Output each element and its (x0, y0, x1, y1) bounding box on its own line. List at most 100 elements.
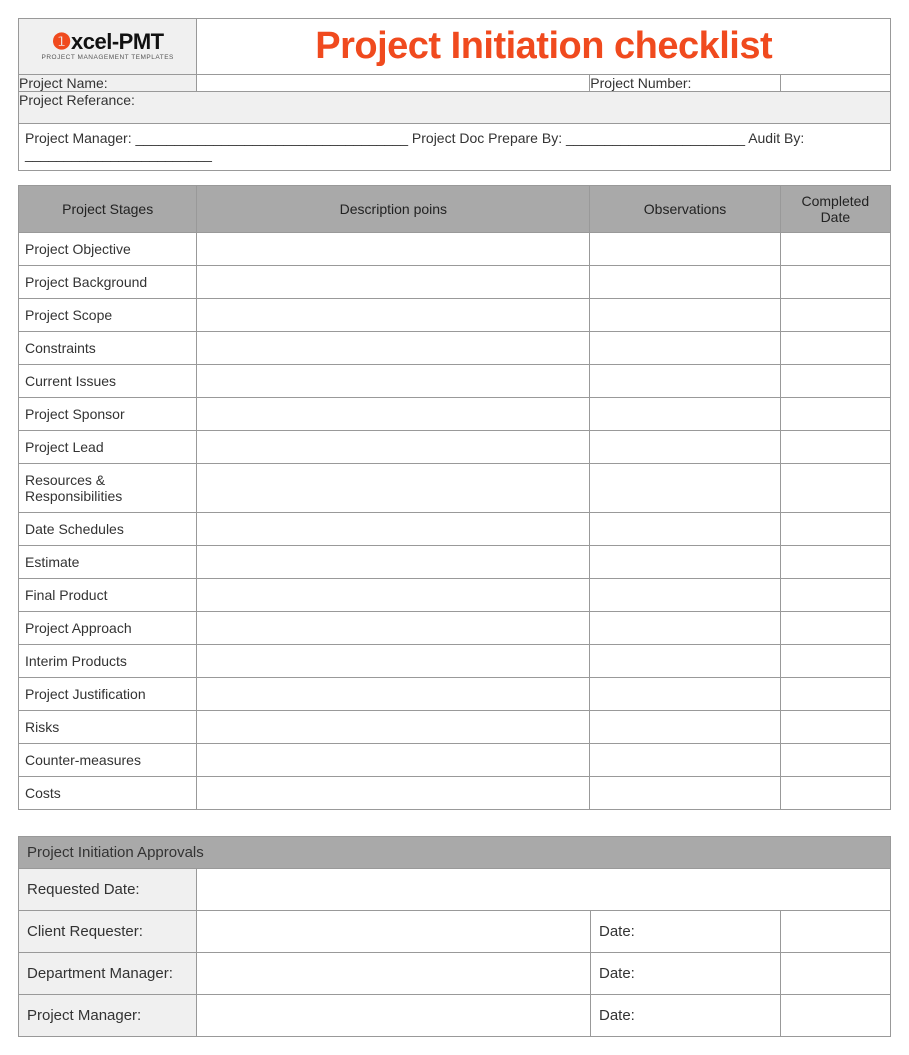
obs-cell[interactable] (590, 299, 780, 332)
obs-cell[interactable] (590, 233, 780, 266)
project-reference-label: Project Referance: (19, 92, 135, 108)
approval-value[interactable] (197, 911, 591, 953)
col-header-date: Completed Date (780, 186, 890, 233)
desc-cell[interactable] (197, 744, 590, 777)
table-row: Project Lead (19, 431, 891, 464)
desc-cell[interactable] (197, 513, 590, 546)
header-table: ❶xcel-PMT PROJECT MANAGEMENT TEMPLATES P… (18, 18, 891, 171)
table-row: Counter-measures (19, 744, 891, 777)
date-cell[interactable] (780, 431, 890, 464)
pm-label: Project Manager: (25, 130, 132, 146)
approval-row: Project Manager: Date: (19, 995, 891, 1037)
desc-cell[interactable] (197, 431, 590, 464)
table-row: Project Justification (19, 678, 891, 711)
date-cell[interactable] (780, 744, 890, 777)
obs-cell[interactable] (590, 365, 780, 398)
table-row: Date Schedules (19, 513, 891, 546)
approvals-table: Project Initiation Approvals Requested D… (18, 836, 891, 1037)
approval-date-value[interactable] (781, 953, 891, 995)
stage-cell: Project Lead (19, 431, 197, 464)
approval-date-value[interactable] (781, 911, 891, 953)
project-number-label: Project Number: (590, 75, 780, 92)
table-row: Interim Products (19, 645, 891, 678)
page-title: Project Initiation checklist (315, 25, 772, 67)
obs-cell[interactable] (590, 513, 780, 546)
stage-cell: Costs (19, 777, 197, 810)
desc-cell[interactable] (197, 233, 590, 266)
desc-cell[interactable] (197, 612, 590, 645)
obs-cell[interactable] (590, 332, 780, 365)
obs-cell[interactable] (590, 711, 780, 744)
approval-date-value[interactable] (781, 995, 891, 1037)
pm-blank-line[interactable]: ___________________________________ (136, 130, 409, 146)
date-cell[interactable] (780, 579, 890, 612)
date-cell[interactable] (780, 365, 890, 398)
table-row: Risks (19, 711, 891, 744)
desc-cell[interactable] (197, 266, 590, 299)
obs-cell[interactable] (590, 678, 780, 711)
table-row: Costs (19, 777, 891, 810)
desc-cell[interactable] (197, 299, 590, 332)
approval-date-label: Date: (591, 911, 781, 953)
table-row: Estimate (19, 546, 891, 579)
obs-cell[interactable] (590, 546, 780, 579)
obs-cell[interactable] (590, 612, 780, 645)
logo-main: ❶xcel-PMT (42, 31, 174, 53)
logo-text-pre: xcel- (71, 29, 119, 54)
date-cell[interactable] (780, 678, 890, 711)
date-cell[interactable] (780, 612, 890, 645)
col-header-desc: Description poins (197, 186, 590, 233)
date-cell[interactable] (780, 266, 890, 299)
date-cell[interactable] (780, 233, 890, 266)
logo-cell: ❶xcel-PMT PROJECT MANAGEMENT TEMPLATES (19, 19, 197, 75)
approval-value[interactable] (197, 995, 591, 1037)
obs-cell[interactable] (590, 431, 780, 464)
requested-date-label: Requested Date: (19, 869, 197, 911)
obs-cell[interactable] (590, 645, 780, 678)
approvals-heading: Project Initiation Approvals (19, 837, 891, 869)
title-cell: Project Initiation checklist (197, 19, 891, 75)
stages-table: Project Stages Description poins Observa… (18, 185, 891, 810)
stage-cell: Final Product (19, 579, 197, 612)
desc-cell[interactable] (197, 711, 590, 744)
audit-blank-line[interactable]: ________________________ (25, 146, 212, 162)
desc-cell[interactable] (197, 645, 590, 678)
date-cell[interactable] (780, 299, 890, 332)
project-name-value[interactable] (197, 75, 590, 92)
desc-cell[interactable] (197, 332, 590, 365)
desc-cell[interactable] (197, 546, 590, 579)
desc-cell[interactable] (197, 579, 590, 612)
approval-value[interactable] (197, 953, 591, 995)
obs-cell[interactable] (590, 744, 780, 777)
obs-cell[interactable] (590, 398, 780, 431)
desc-cell[interactable] (197, 777, 590, 810)
date-cell[interactable] (780, 711, 890, 744)
obs-cell[interactable] (590, 579, 780, 612)
desc-cell[interactable] (197, 365, 590, 398)
obs-cell[interactable] (590, 266, 780, 299)
project-name-label: Project Name: (19, 75, 197, 92)
approval-date-label: Date: (591, 995, 781, 1037)
doc-blank-line[interactable]: _______________________ (566, 130, 745, 146)
requested-date-value[interactable] (197, 869, 891, 911)
approval-label: Project Manager: (19, 995, 197, 1037)
stage-cell: Project Approach (19, 612, 197, 645)
date-cell[interactable] (780, 546, 890, 579)
obs-cell[interactable] (590, 777, 780, 810)
obs-cell[interactable] (590, 464, 780, 513)
desc-cell[interactable] (197, 464, 590, 513)
date-cell[interactable] (780, 398, 890, 431)
approval-row: Department Manager:Date: (19, 953, 891, 995)
date-cell[interactable] (780, 645, 890, 678)
table-row: Resources & Responsibilities (19, 464, 891, 513)
desc-cell[interactable] (197, 678, 590, 711)
stage-cell: Date Schedules (19, 513, 197, 546)
table-row: Project Objective (19, 233, 891, 266)
date-cell[interactable] (780, 332, 890, 365)
desc-cell[interactable] (197, 398, 590, 431)
date-cell[interactable] (780, 464, 890, 513)
project-number-value[interactable] (780, 75, 890, 92)
date-cell[interactable] (780, 513, 890, 546)
date-cell[interactable] (780, 777, 890, 810)
approval-row: Client Requester:Date: (19, 911, 891, 953)
